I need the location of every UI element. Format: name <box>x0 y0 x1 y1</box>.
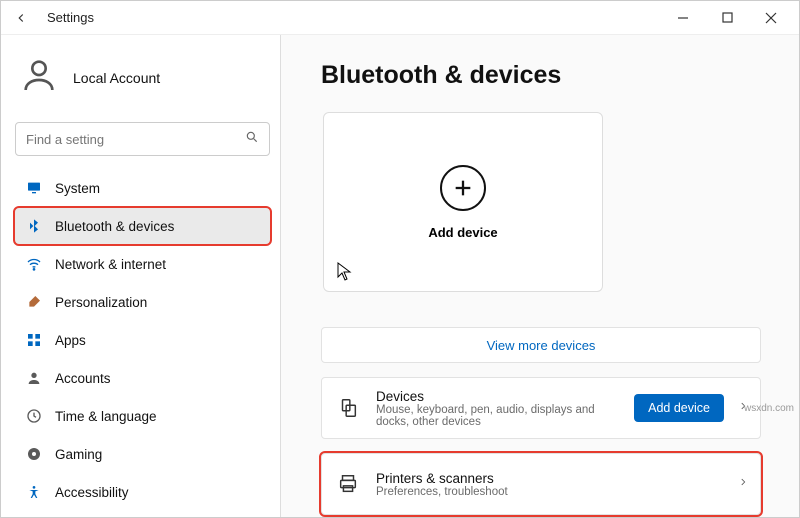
apps-icon <box>25 331 43 349</box>
account-name: Local Account <box>73 70 160 86</box>
nav-apps[interactable]: Apps <box>15 322 270 358</box>
person-icon <box>25 369 43 387</box>
avatar-icon <box>19 55 59 100</box>
nav-accounts[interactable]: Accounts <box>15 360 270 396</box>
printer-icon <box>334 473 362 495</box>
cursor-icon <box>337 269 353 286</box>
back-button[interactable] <box>7 4 35 32</box>
devices-text: Devices Mouse, keyboard, pen, audio, dis… <box>376 389 620 428</box>
content-pane: Bluetooth & devices Add device View more… <box>281 35 799 517</box>
search-box[interactable] <box>15 122 270 156</box>
add-device-button[interactable]: Add device <box>634 394 724 422</box>
clock-icon <box>25 407 43 425</box>
printers-text: Printers & scanners Preferences, trouble… <box>376 471 724 498</box>
devices-desc: Mouse, keyboard, pen, audio, displays an… <box>376 404 620 428</box>
search-icon <box>245 130 259 149</box>
devices-title: Devices <box>376 389 620 404</box>
account-block[interactable]: Local Account <box>19 55 266 100</box>
maximize-button[interactable] <box>705 4 749 32</box>
printers-scanners-row[interactable]: Printers & scanners Preferences, trouble… <box>321 453 761 515</box>
nav-privacy[interactable]: Privacy & security <box>15 512 270 517</box>
nav-label: System <box>55 181 100 196</box>
nav-label: Time & language <box>55 409 157 424</box>
plus-icon <box>440 165 486 211</box>
minimize-button[interactable] <box>661 4 705 32</box>
nav-label: Accessibility <box>55 485 129 500</box>
view-more-label: View more devices <box>487 338 596 353</box>
nav-label: Bluetooth & devices <box>55 219 174 234</box>
bluetooth-icon <box>25 217 43 235</box>
nav-system[interactable]: System <box>15 170 270 206</box>
gamepad-icon <box>25 445 43 463</box>
nav-label: Apps <box>55 333 86 348</box>
nav-label: Gaming <box>55 447 102 462</box>
nav-label: Personalization <box>55 295 147 310</box>
printers-desc: Preferences, troubleshoot <box>376 486 724 498</box>
printers-title: Printers & scanners <box>376 471 724 486</box>
nav-label: Network & internet <box>55 257 166 272</box>
nav-network[interactable]: Network & internet <box>15 246 270 282</box>
chevron-right-icon <box>738 475 748 494</box>
devices-icon <box>334 397 362 419</box>
search-input[interactable] <box>26 132 245 147</box>
close-button[interactable] <box>749 4 793 32</box>
accessibility-icon <box>25 483 43 501</box>
window-controls <box>661 4 793 32</box>
nav-bluetooth-devices[interactable]: Bluetooth & devices <box>15 208 270 244</box>
add-device-tile[interactable]: Add device <box>323 112 603 292</box>
brush-icon <box>25 293 43 311</box>
settings-window: Settings Local Account <box>0 0 800 518</box>
nav-accessibility[interactable]: Accessibility <box>15 474 270 510</box>
nav-personalization[interactable]: Personalization <box>15 284 270 320</box>
nav-label: Accounts <box>55 371 111 386</box>
devices-row[interactable]: Devices Mouse, keyboard, pen, audio, dis… <box>321 377 761 439</box>
nav-gaming[interactable]: Gaming <box>15 436 270 472</box>
nav-time-language[interactable]: Time & language <box>15 398 270 434</box>
wifi-icon <box>25 255 43 273</box>
window-title: Settings <box>47 10 94 25</box>
monitor-icon <box>25 179 43 197</box>
watermark: wsxdn.com <box>744 403 794 414</box>
titlebar: Settings <box>1 1 799 35</box>
sidebar: Local Account System Bluetooth & devices <box>1 35 281 517</box>
add-device-label: Add device <box>428 225 497 240</box>
nav-list: System Bluetooth & devices Network & int… <box>15 170 270 517</box>
view-more-devices-button[interactable]: View more devices <box>321 327 761 363</box>
page-title: Bluetooth & devices <box>321 61 771 90</box>
